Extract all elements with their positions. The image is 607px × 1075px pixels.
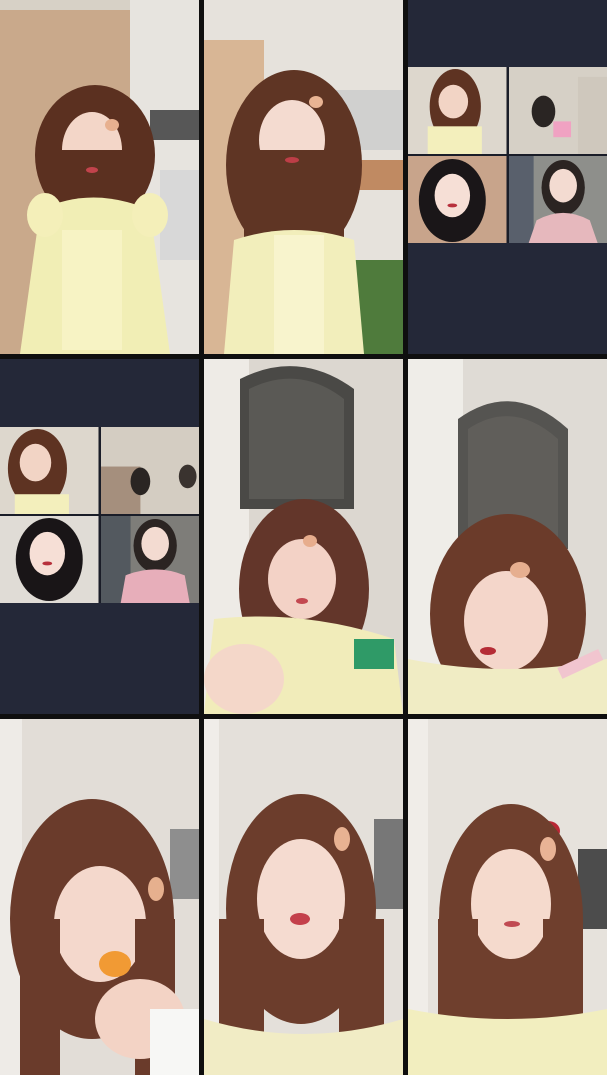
tile-closeup-eating[interactable] <box>0 719 199 1075</box>
closeup-eating-image <box>0 719 199 1075</box>
call-grid-1 <box>408 67 607 243</box>
closeup-glance-image <box>408 719 607 1075</box>
mirror-room-portrait-1-image <box>204 359 403 714</box>
tile-mirror-room-portrait-2[interactable] <box>408 359 607 714</box>
tile-group-call-grid-2[interactable] <box>0 359 199 714</box>
call-participant-3[interactable] <box>0 516 99 603</box>
call-grid-2 <box>0 427 199 603</box>
tile-kitchen-portrait-2[interactable] <box>204 0 403 354</box>
tile-mirror-room-portrait-1[interactable] <box>204 359 403 714</box>
call-participant-4[interactable] <box>508 156 607 243</box>
tile-kitchen-portrait-1[interactable] <box>0 0 199 354</box>
call-participant-4[interactable] <box>100 516 199 603</box>
closeup-pout-image <box>204 719 403 1075</box>
tile-closeup-glance[interactable] <box>408 719 607 1075</box>
call-participant-1[interactable] <box>408 67 507 154</box>
kitchen-portrait-1-image <box>0 0 199 354</box>
tile-closeup-pout[interactable] <box>204 719 403 1075</box>
photo-collage <box>0 0 607 1075</box>
call-participant-1[interactable] <box>0 427 99 514</box>
call-participant-2[interactable] <box>100 427 199 514</box>
call-participant-2[interactable] <box>508 67 607 154</box>
mirror-room-portrait-2-image <box>408 359 607 714</box>
kitchen-portrait-2-image <box>204 0 403 354</box>
call-participant-3[interactable] <box>408 156 507 243</box>
tile-group-call-grid-1[interactable] <box>408 0 607 354</box>
